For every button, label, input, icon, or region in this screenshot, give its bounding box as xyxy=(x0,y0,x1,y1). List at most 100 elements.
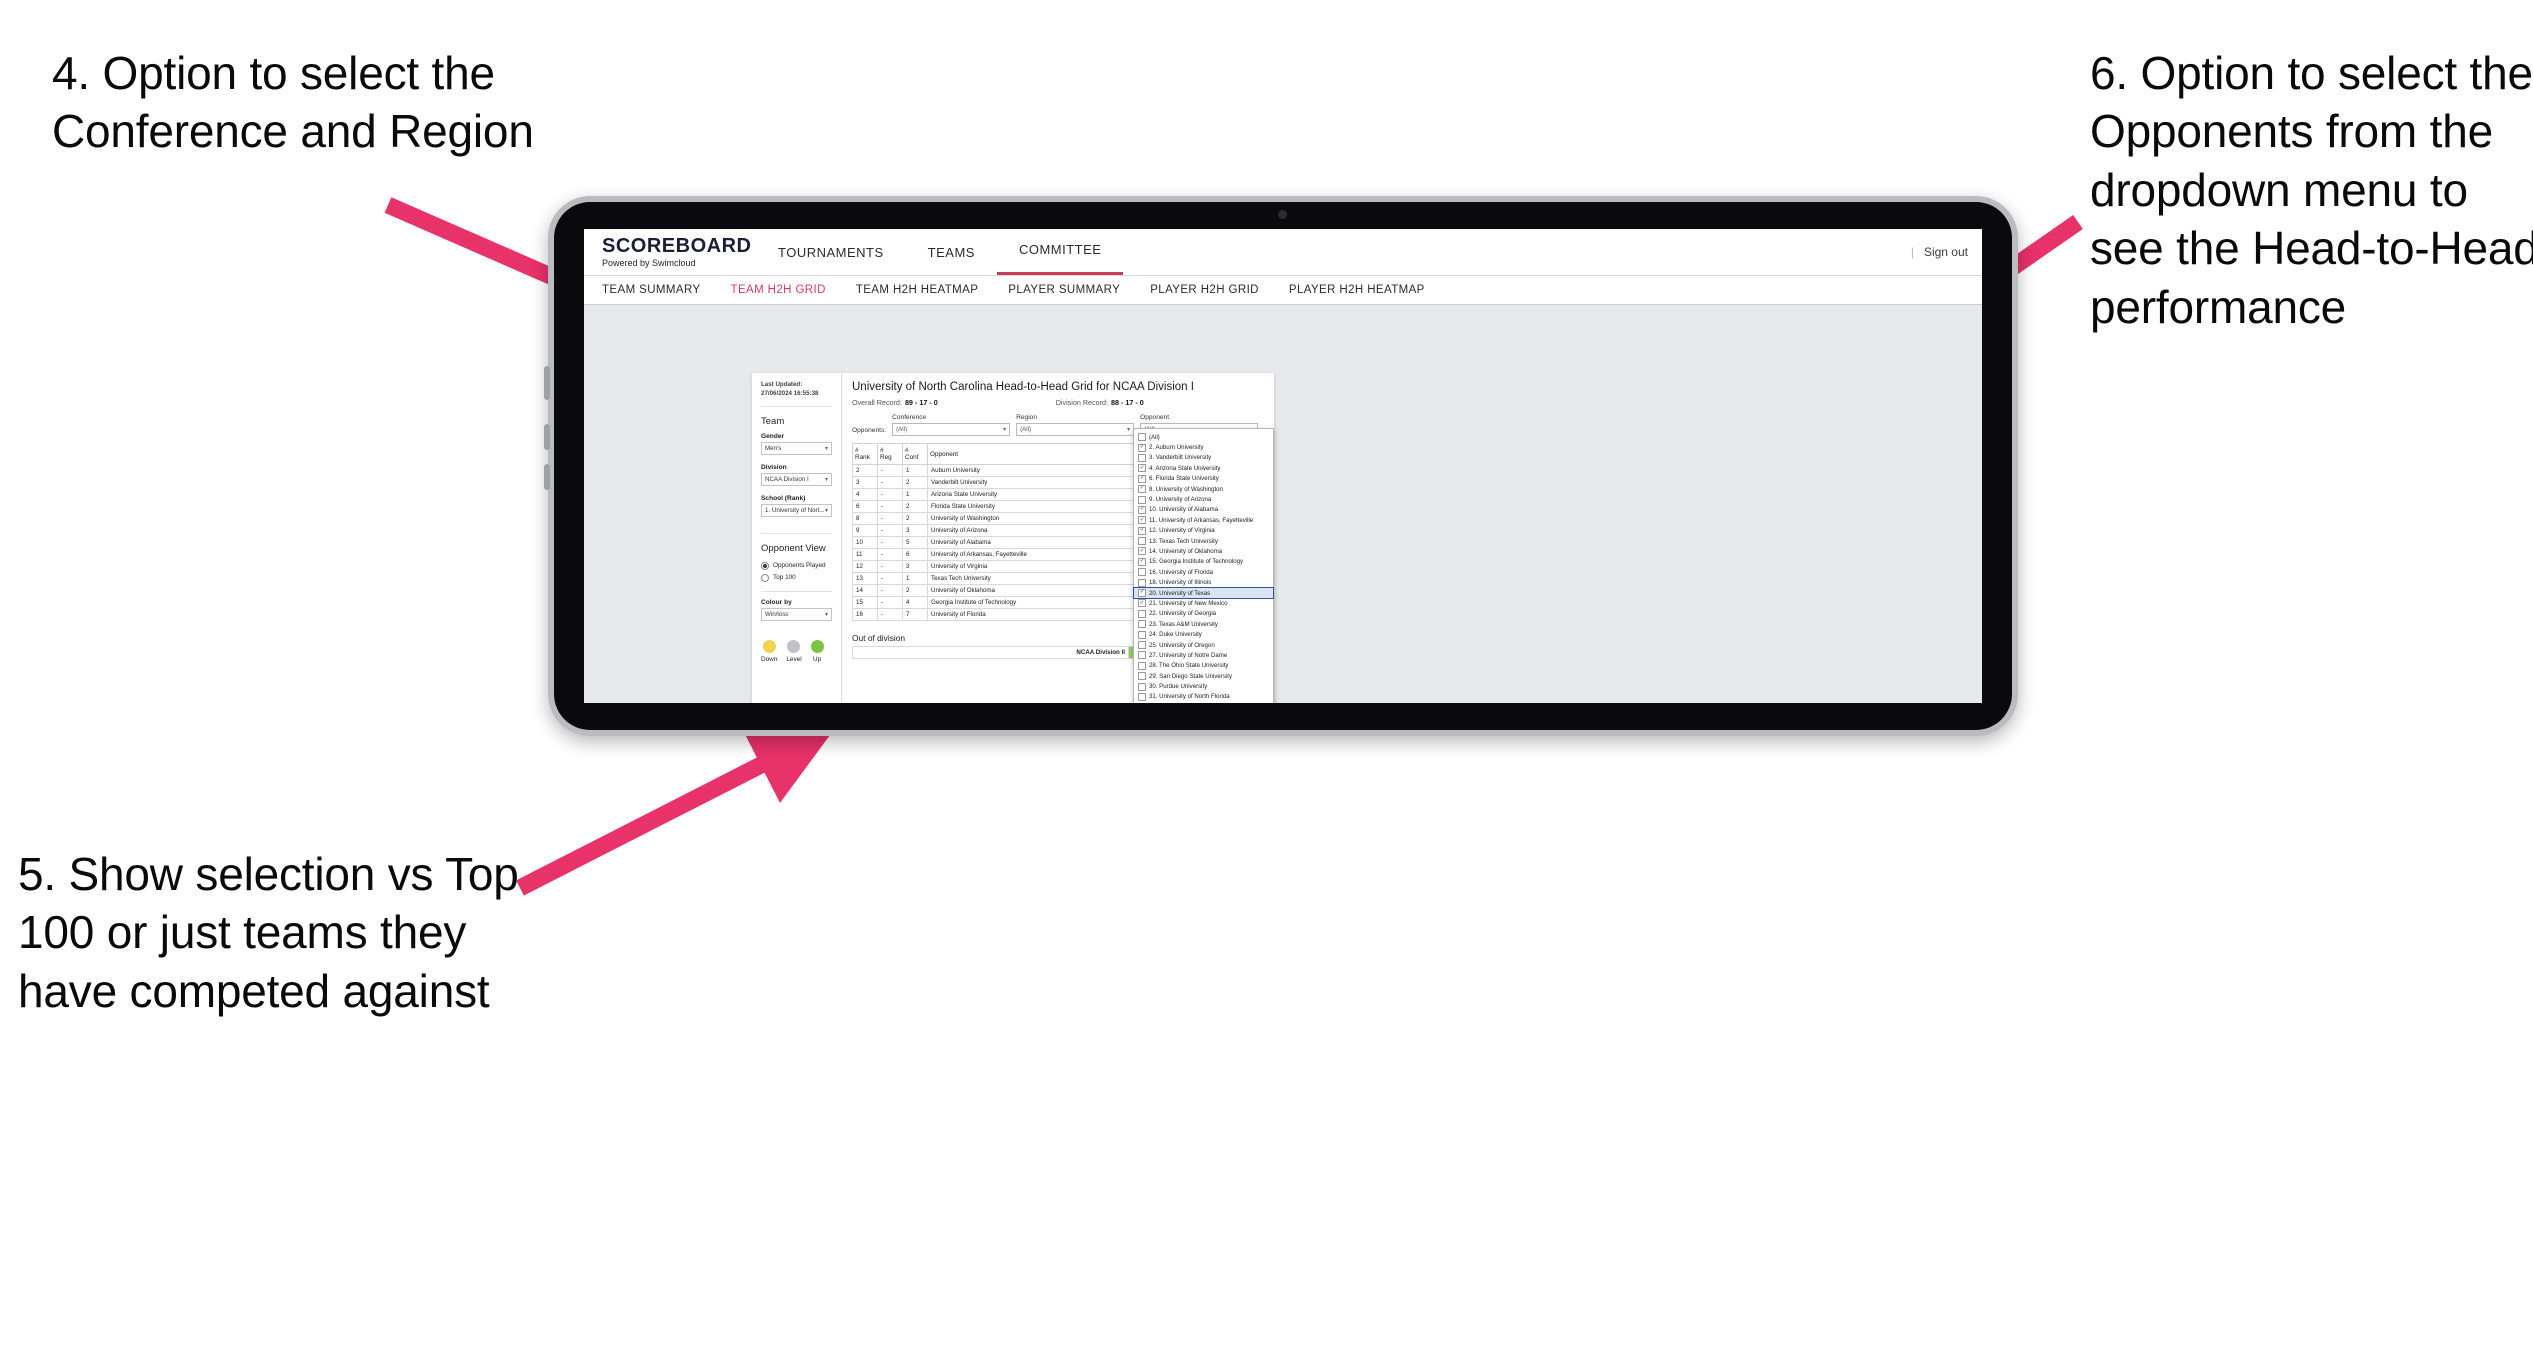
opponent-dropdown-item[interactable]: ✓ 14. University of Oklahoma xyxy=(1134,546,1273,556)
sub-tab-team-summary[interactable]: TEAM SUMMARY xyxy=(602,284,701,296)
brand-logo[interactable]: SCOREBOARD Powered by Swimcloud xyxy=(602,236,751,268)
opponent-dropdown-item[interactable]: ✓ 4. Arizona State University xyxy=(1134,463,1273,473)
checkbox-unchecked-icon[interactable] xyxy=(1138,495,1146,504)
nav-tab-teams[interactable]: TEAMS xyxy=(906,229,997,275)
checkbox-unchecked-icon[interactable] xyxy=(1138,568,1146,577)
checkbox-unchecked-icon[interactable] xyxy=(1138,651,1146,660)
checkbox-checked-icon[interactable]: ✓ xyxy=(1138,516,1146,525)
division-select[interactable]: NCAA Division I ▾ xyxy=(761,472,832,486)
opponent-dropdown-item[interactable]: ✓ 10. University of Alabama xyxy=(1134,505,1273,515)
cell-reg: - xyxy=(877,608,903,621)
opponent-dropdown-item[interactable]: 18. University of Illinois xyxy=(1134,577,1273,587)
checkbox-checked-icon[interactable]: ✓ xyxy=(1138,599,1146,608)
checkbox-checked-icon[interactable]: ✓ xyxy=(1138,443,1146,452)
screenshot-stage: 4. Option to select the Conference and R… xyxy=(0,0,2533,1363)
opponent-dropdown-item[interactable]: 25. University of Oregon xyxy=(1134,640,1273,650)
opponent-dropdown-panel[interactable]: (All) ✓ 2. Auburn University 3. Vanderbilt … xyxy=(1133,428,1274,703)
col-rank: # Rank xyxy=(852,443,878,465)
cell-conf: 7 xyxy=(902,608,928,621)
opponent-dropdown-item-label: 21. University of New Mexico xyxy=(1149,599,1228,607)
opponent-dropdown-item[interactable]: ✓ 6. Florida State University xyxy=(1134,474,1273,484)
opponent-dropdown-item[interactable]: 31. University of North Florida xyxy=(1134,692,1273,702)
radio-icon xyxy=(761,561,769,570)
school-select[interactable]: 1. University of Nort... ▾ xyxy=(761,503,832,517)
opponent-dropdown-item-label: 4. Arizona State University xyxy=(1149,464,1221,472)
opponent-dropdown-item[interactable]: 9. University of Arizona xyxy=(1134,494,1273,504)
checkbox-checked-icon[interactable]: ✓ xyxy=(1138,526,1146,535)
radio-top-100[interactable]: Top 100 xyxy=(761,573,832,582)
opponent-dropdown-item[interactable]: 28. The Ohio State University xyxy=(1134,661,1273,671)
cell-reg: - xyxy=(877,464,903,477)
conference-select[interactable]: (All) ▾ xyxy=(892,423,1011,436)
cell-rank: 9 xyxy=(852,524,878,537)
opponent-dropdown-item[interactable]: 16. University of Florida xyxy=(1134,567,1273,577)
checkbox-checked-icon[interactable]: ✓ xyxy=(1138,557,1146,566)
opponent-dropdown-item[interactable]: 23. Texas A&M University xyxy=(1134,619,1273,629)
checkbox-unchecked-icon[interactable] xyxy=(1138,661,1146,670)
sub-tab-team-h2h-heatmap[interactable]: TEAM H2H HEATMAP xyxy=(856,284,978,296)
opponent-dropdown-item-label: 28. The Ohio State University xyxy=(1149,662,1229,670)
checkbox-checked-icon[interactable]: ✓ xyxy=(1138,505,1146,514)
opponent-dropdown-item[interactable]: ✓ 15. Georgia Institute of Technology xyxy=(1134,557,1273,567)
opponent-dropdown-item-label: (All) xyxy=(1149,433,1160,441)
region-select[interactable]: (All) ▾ xyxy=(1016,423,1135,436)
checkbox-unchecked-icon[interactable] xyxy=(1138,682,1146,691)
opponent-dropdown-item[interactable]: 13. Texas Tech University xyxy=(1134,536,1273,546)
checkbox-checked-icon[interactable]: ✓ xyxy=(1138,464,1146,473)
chevron-down-icon: ▾ xyxy=(824,476,828,483)
opponent-dropdown-item[interactable]: 30. Purdue University xyxy=(1134,681,1273,691)
opponent-dropdown-item[interactable]: 24. Duke University xyxy=(1134,629,1273,639)
region-caption: Region xyxy=(1016,414,1037,421)
opponent-dropdown-item[interactable]: ✓ 21. University of New Mexico xyxy=(1134,598,1273,608)
checkbox-unchecked-icon[interactable] xyxy=(1138,630,1146,639)
chevron-down-icon: ▾ xyxy=(824,445,828,452)
checkbox-unchecked-icon[interactable] xyxy=(1138,578,1146,587)
checkbox-unchecked-icon[interactable] xyxy=(1138,641,1146,649)
opponent-dropdown-item[interactable]: 22. University of Georgia xyxy=(1134,609,1273,619)
region-value: (All) xyxy=(1020,426,1032,433)
checkbox-unchecked-icon[interactable] xyxy=(1138,672,1146,681)
checkbox-checked-icon[interactable]: ✓ xyxy=(1138,485,1146,494)
colour-by-select[interactable]: Win/loss ▾ xyxy=(761,607,832,621)
opponent-dropdown-item[interactable]: ✓ 11. University of Arkansas, Fayettevill… xyxy=(1134,515,1273,525)
gender-select[interactable]: Men's ▾ xyxy=(761,441,832,455)
sub-tab-player-h2h-grid[interactable]: PLAYER H2H GRID xyxy=(1150,284,1259,296)
checkbox-unchecked-icon[interactable] xyxy=(1138,433,1146,442)
checkbox-unchecked-icon[interactable] xyxy=(1138,537,1146,546)
cell-conf: 2 xyxy=(902,476,928,489)
power-button[interactable] xyxy=(544,464,550,490)
checkbox-unchecked-icon[interactable] xyxy=(1138,620,1146,629)
cell-opponent: Vanderbilt University xyxy=(927,476,1135,489)
sign-out-link[interactable]: Sign out xyxy=(1924,245,1968,259)
nav-tab-tournaments[interactable]: TOURNAMENTS xyxy=(756,229,906,275)
opponent-dropdown-item[interactable]: 29. San Diego State University xyxy=(1134,671,1273,681)
opponent-dropdown-item[interactable]: 27. University of Notre Dame xyxy=(1134,650,1273,660)
opponent-dropdown-item[interactable]: ✓ 2. Auburn University xyxy=(1134,442,1273,452)
volume-down-button[interactable] xyxy=(544,424,550,450)
nav-tab-committee[interactable]: COMMITTEE xyxy=(996,229,1124,275)
checkbox-checked-icon[interactable]: ✓ xyxy=(1138,589,1146,598)
opponent-dropdown-item-label: 12. University of Virginia xyxy=(1149,527,1215,535)
sub-tab-player-summary[interactable]: PLAYER SUMMARY xyxy=(1008,284,1120,296)
checkbox-unchecked-icon[interactable] xyxy=(1138,692,1146,701)
checkbox-unchecked-icon[interactable] xyxy=(1138,609,1146,618)
legend-item-level: Level xyxy=(786,639,802,663)
opponent-dropdown-item[interactable]: ✓ 8. University of Washington xyxy=(1134,484,1273,494)
legend-item-down: Down xyxy=(761,639,777,663)
radio-opponents-played[interactable]: Opponents Played xyxy=(761,561,832,570)
volume-up-button[interactable] xyxy=(544,366,550,400)
cell-rank: 11 xyxy=(852,548,878,561)
cell-reg: - xyxy=(877,524,903,537)
chevron-down-icon: ▾ xyxy=(824,507,828,514)
sub-tab-team-h2h-grid[interactable]: TEAM H2H GRID xyxy=(731,284,826,296)
opponent-dropdown-item[interactable]: ✓ 20. University of Texas xyxy=(1133,586,1274,600)
opponent-dropdown-item[interactable]: ✓ 12. University of Virginia xyxy=(1134,526,1273,536)
cell-opponent: University of Virginia xyxy=(927,560,1135,573)
checkbox-checked-icon[interactable]: ✓ xyxy=(1138,474,1146,483)
sub-tab-player-h2h-heatmap[interactable]: PLAYER H2H HEATMAP xyxy=(1289,284,1425,296)
opponent-dropdown-item[interactable]: 3. Vanderbilt University xyxy=(1134,453,1273,463)
checkbox-unchecked-icon[interactable] xyxy=(1138,453,1146,462)
cell-opponent: University of Arizona xyxy=(927,524,1135,537)
opponent-dropdown-item[interactable]: (All) xyxy=(1134,432,1273,442)
checkbox-checked-icon[interactable]: ✓ xyxy=(1138,547,1146,556)
